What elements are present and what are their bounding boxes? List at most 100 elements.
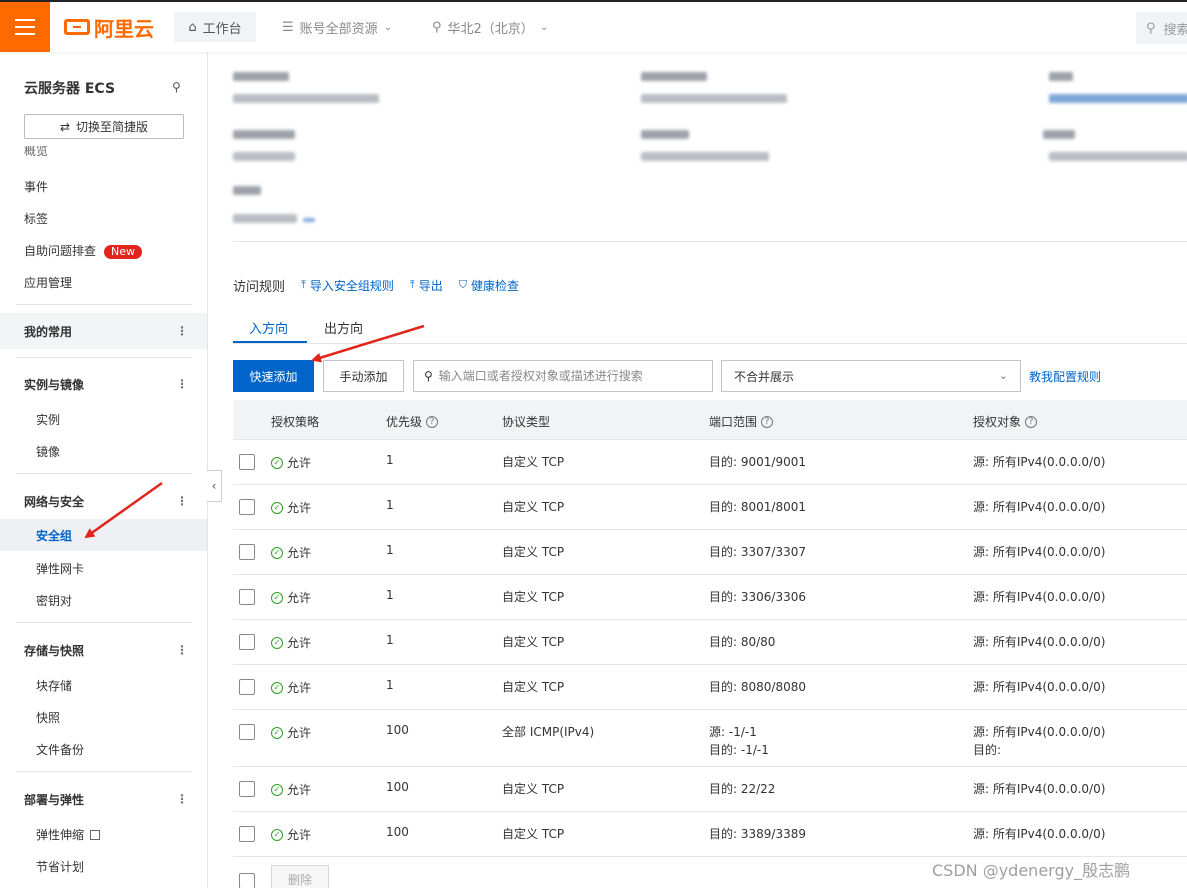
export-label: 导出 bbox=[418, 278, 443, 293]
switch-simple-mode-button[interactable]: ⇄ 切换至简捷版 bbox=[24, 114, 184, 139]
cell-priority: 1 bbox=[386, 633, 394, 647]
global-search-placeholder: 搜索 bbox=[1163, 22, 1187, 38]
row-checkbox[interactable] bbox=[239, 634, 255, 650]
cell-port-line: 目的: 8080/8080 bbox=[709, 680, 806, 694]
merge-display-select[interactable]: 不合并展示 ⌄ bbox=[721, 360, 1021, 392]
sidebar-group-storage[interactable]: 存储与快照 ⋮ bbox=[0, 632, 207, 668]
cell-policy: ✓ 允许 bbox=[271, 499, 311, 516]
sidebar-item-auto-scaling[interactable]: 弹性伸缩 bbox=[36, 826, 101, 843]
select-all-checkbox[interactable] bbox=[239, 873, 255, 888]
region-dropdown[interactable]: ⚲ 华北2（北京） ⌄ bbox=[432, 12, 548, 42]
sidebar-group-instances[interactable]: 实例与镜像 ⋮ bbox=[0, 366, 207, 402]
sidebar-item-instances[interactable]: 实例 bbox=[36, 411, 60, 428]
sidebar-item-file-backup[interactable]: 文件备份 bbox=[36, 741, 84, 758]
access-rules-bar: 访问规则 ⤒ 导入安全组规则 ⤒ 导出 ⛉ 健康检查 bbox=[233, 276, 535, 295]
cell-port-line: 目的: 8001/8001 bbox=[709, 500, 806, 514]
header-object[interactable]: 授权对象? bbox=[973, 413, 1038, 430]
chevron-down-icon: ⌄ bbox=[998, 369, 1008, 382]
sidebar-search-icon[interactable]: ⚲ bbox=[172, 80, 181, 94]
cell-object: 源: 所有IPv4(0.0.0.0/0) bbox=[973, 453, 1105, 471]
cell-port: 源: -1/-1 目的: -1/-1 bbox=[709, 723, 769, 759]
sidebar-item-eni[interactable]: 弹性网卡 bbox=[36, 560, 84, 577]
sidebar-item-keypair[interactable]: 密钥对 bbox=[36, 592, 72, 609]
sidebar-group-network[interactable]: 网络与安全 ⋮ bbox=[0, 483, 207, 519]
hamburger-menu-icon[interactable] bbox=[0, 2, 50, 52]
header-priority[interactable]: 优先级? bbox=[386, 413, 439, 430]
sidebar-item-troubleshoot[interactable]: 自助问题排查 New bbox=[24, 242, 143, 259]
list-icon: ☰ bbox=[282, 19, 294, 35]
cell-protocol: 全部 ICMP(IPv4) bbox=[502, 725, 595, 739]
row-checkbox[interactable] bbox=[239, 781, 255, 797]
direction-tabs: 入方向 出方向 bbox=[233, 310, 1187, 344]
policy-text: 允许 bbox=[287, 456, 312, 470]
help-icon[interactable]: ? bbox=[426, 415, 439, 428]
cell-object: 源: 所有IPv4(0.0.0.0/0) 目的: bbox=[973, 723, 1105, 759]
sidebar-item-tags[interactable]: 标签 bbox=[24, 210, 48, 227]
row-checkbox[interactable] bbox=[239, 544, 255, 560]
cell-port: 目的: 22/22 bbox=[709, 780, 775, 798]
sidebar: 云服务器 ECS ⚲ ⇄ 切换至简捷版 概览 事件 标签 自助问题排查 New 应… bbox=[0, 52, 208, 888]
sidebar-item-security-group[interactable]: 安全组 bbox=[0, 519, 207, 551]
aliyun-logo-icon bbox=[64, 19, 90, 35]
table-row: ✓ 允许 100 自定义 TCP 目的: 22/22 源: 所有IPv4(0.0.0.0/… bbox=[233, 767, 1187, 812]
cell-protocol: 自定义 TCP bbox=[502, 590, 565, 604]
cell-port-line: 目的: 3307/3307 bbox=[709, 545, 806, 559]
sidebar-group-favorites[interactable]: 我的常用 ⋮ bbox=[0, 313, 207, 349]
sidebar-item-images[interactable]: 镜像 bbox=[36, 443, 60, 460]
tab-outbound[interactable]: 出方向 bbox=[324, 318, 363, 337]
cell-protocol: 自定义 TCP bbox=[502, 782, 565, 796]
cell-policy: ✓ 允许 bbox=[271, 589, 311, 606]
workbench-button[interactable]: ⌂ 工作台 bbox=[174, 12, 256, 42]
merge-select-value: 不合并展示 bbox=[734, 369, 795, 384]
cell-port-line: 目的: 9001/9001 bbox=[709, 455, 806, 469]
row-checkbox[interactable] bbox=[239, 724, 255, 740]
row-checkbox[interactable] bbox=[239, 679, 255, 695]
global-search[interactable]: ⚲ 搜索 bbox=[1136, 12, 1187, 44]
search-icon: ⚲ bbox=[1146, 20, 1156, 36]
rule-search-box[interactable]: ⚲ bbox=[413, 360, 713, 392]
import-rules-link[interactable]: ⤒ 导入安全组规则 bbox=[301, 277, 394, 294]
aliyun-logo[interactable]: 阿里云 bbox=[64, 15, 154, 41]
cell-object: 源: 所有IPv4(0.0.0.0/0) bbox=[973, 498, 1105, 516]
more-icon[interactable]: ⋮ bbox=[176, 792, 188, 806]
delete-button[interactable]: 删除 bbox=[271, 865, 329, 888]
policy-text: 允许 bbox=[287, 501, 312, 515]
sidebar-group-deployment[interactable]: 部署与弹性 ⋮ bbox=[0, 781, 207, 817]
sidebar-item-savings-plan[interactable]: 节省计划 bbox=[36, 858, 84, 875]
sidebar-item-block-storage[interactable]: 块存储 bbox=[36, 677, 72, 694]
cell-object: 源: 所有IPv4(0.0.0.0/0) bbox=[973, 825, 1105, 843]
resources-dropdown[interactable]: ☰ 账号全部资源 ⌄ bbox=[282, 12, 392, 42]
rule-search-input[interactable] bbox=[438, 369, 699, 383]
config-help-link[interactable]: 教我配置规则 bbox=[1029, 368, 1101, 385]
more-icon[interactable]: ⋮ bbox=[176, 494, 188, 508]
more-icon[interactable]: ⋮ bbox=[176, 643, 188, 657]
more-icon[interactable]: ⋮ bbox=[176, 377, 188, 391]
row-checkbox[interactable] bbox=[239, 454, 255, 470]
cell-priority: 100 bbox=[386, 825, 409, 839]
help-icon[interactable]: ? bbox=[761, 415, 774, 428]
quick-add-button[interactable]: 快速添加 bbox=[233, 360, 314, 392]
check-circle-icon: ✓ bbox=[271, 546, 283, 559]
sidebar-item-overview[interactable]: 概览 bbox=[24, 146, 48, 156]
health-check-link[interactable]: ⛉ 健康检查 bbox=[459, 277, 519, 294]
cell-priority: 1 bbox=[386, 498, 394, 512]
sidebar-item-events[interactable]: 事件 bbox=[24, 178, 48, 195]
group-label: 我的常用 bbox=[24, 324, 73, 339]
sidebar-item-label: 自助问题排查 bbox=[24, 244, 97, 258]
divider bbox=[233, 241, 1187, 242]
cell-object-line: 源: 所有IPv4(0.0.0.0/0) bbox=[973, 545, 1106, 559]
more-icon[interactable]: ⋮ bbox=[176, 324, 188, 338]
manual-add-button[interactable]: 手动添加 bbox=[323, 360, 404, 392]
cell-protocol: 自定义 TCP bbox=[502, 680, 565, 694]
table-row: ✓ 允许 1 自定义 TCP 目的: 9001/9001 源: 所有IPv4(0.0.0.… bbox=[233, 440, 1187, 485]
row-checkbox[interactable] bbox=[239, 589, 255, 605]
header-port[interactable]: 端口范围? bbox=[709, 413, 774, 430]
sidebar-item-app-management[interactable]: 应用管理 bbox=[24, 274, 72, 291]
sidebar-item-snapshot[interactable]: 快照 bbox=[36, 709, 60, 726]
export-link[interactable]: ⤒ 导出 bbox=[410, 277, 443, 294]
row-checkbox[interactable] bbox=[239, 499, 255, 515]
table-row: ✓ 允许 1 自定义 TCP 目的: 3307/3307 源: 所有IPv4(0.0.0.… bbox=[233, 530, 1187, 575]
help-icon[interactable]: ? bbox=[1025, 415, 1038, 428]
row-checkbox[interactable] bbox=[239, 826, 255, 842]
tab-inbound[interactable]: 入方向 bbox=[249, 318, 288, 337]
